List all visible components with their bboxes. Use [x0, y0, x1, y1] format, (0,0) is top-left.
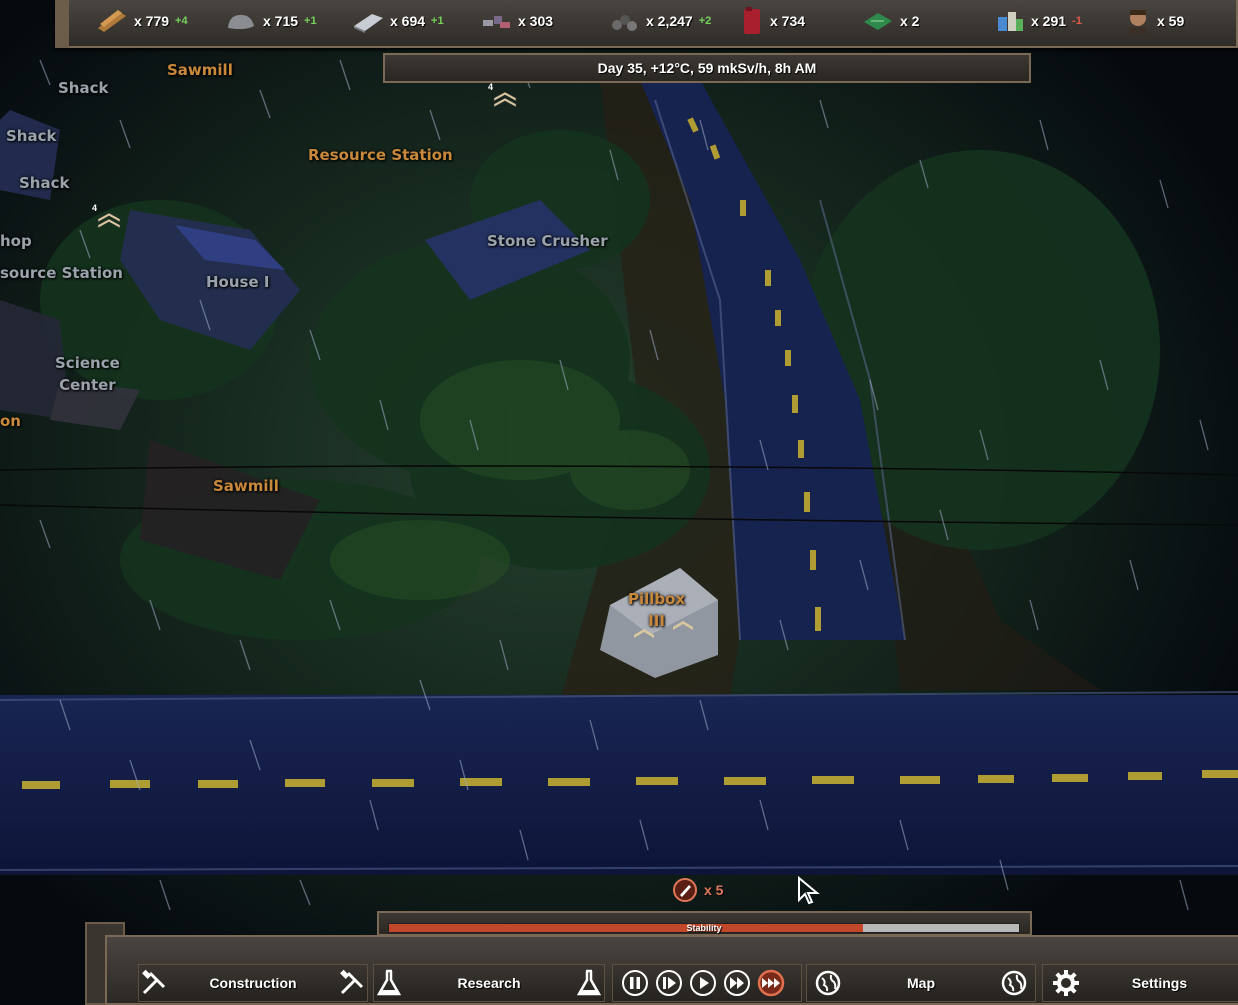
stone-icon: [228, 14, 254, 30]
flask-icon: [574, 968, 604, 998]
resource-amount: x 303: [518, 13, 554, 29]
building-label-shack[interactable]: Shack: [19, 174, 69, 192]
fuel-canister-icon: [744, 7, 760, 34]
raider-alert[interactable]: x 5: [672, 877, 723, 903]
resource-amount: x 779: [134, 13, 170, 29]
resource-amount: x 2: [900, 13, 920, 29]
food-supplies-icon: [998, 12, 1023, 31]
game-world-view[interactable]: [0, 0, 1238, 1005]
rank-number: 4: [488, 82, 494, 92]
rank-chevron-icon: [632, 625, 656, 643]
resource-electronics[interactable]: x 2: [862, 6, 919, 36]
construction-label: Construction: [209, 975, 297, 991]
building-label-science-center[interactable]: Science Center: [55, 352, 120, 396]
fastest-speed-icon[interactable]: [757, 969, 785, 997]
rank-number: 4: [92, 203, 98, 213]
resource-delta: +4: [175, 15, 188, 27]
survivor-portrait-icon: [1129, 10, 1147, 35]
rank-chevron-icon: 4: [488, 82, 518, 113]
map-button[interactable]: Map: [806, 964, 1036, 1002]
metal-plate-icon: [354, 14, 383, 33]
circuit-board-icon: [864, 13, 892, 30]
resource-fuel[interactable]: x 734: [740, 6, 805, 36]
day-weather-status: Day 35, +12°C, 59 mkSv/h, 8h AM: [383, 53, 1031, 83]
gear-icon: [1051, 968, 1081, 998]
game-speed-controls: [612, 964, 802, 1002]
hammer-wrench-icon: [139, 968, 169, 998]
resource-wood[interactable]: x 779 +4: [96, 6, 188, 36]
rank-chevron-icon: 4: [92, 203, 122, 234]
resource-amount: x 734: [770, 13, 806, 29]
resource-amount: x 715: [263, 13, 299, 29]
building-label-partial[interactable]: on: [0, 412, 21, 430]
research-label: Research: [457, 975, 521, 991]
building-label-sawmill[interactable]: Sawmill: [167, 61, 233, 79]
resource-amount: x 2,247: [646, 13, 693, 29]
building-label-sawmill[interactable]: Sawmill: [213, 477, 279, 495]
globe-icon: [813, 968, 843, 998]
resource-metal[interactable]: x 694 +1: [352, 6, 444, 36]
ore-pile-icon: [612, 15, 637, 31]
settings-button[interactable]: Settings: [1042, 964, 1238, 1002]
pause-icon[interactable]: [621, 969, 649, 997]
resource-delta: +1: [431, 15, 444, 27]
scrap-parts-icon: [483, 16, 510, 28]
hammer-wrench-icon: [337, 968, 367, 998]
settings-label: Settings: [1131, 975, 1188, 991]
flask-icon: [374, 968, 404, 998]
building-label-stone-crusher[interactable]: Stone Crusher: [487, 232, 608, 250]
building-label-shack[interactable]: Shack: [6, 127, 56, 145]
building-label-shop-partial[interactable]: hop: [0, 232, 32, 250]
wood-planks-icon: [98, 10, 126, 32]
resource-population[interactable]: x 59: [1125, 6, 1184, 36]
construction-button[interactable]: Construction: [138, 964, 368, 1002]
resource-amount: x 59: [1157, 13, 1185, 29]
map-label: Map: [907, 975, 935, 991]
resource-food[interactable]: x 291 -1: [995, 6, 1082, 36]
resource-amount: x 291: [1031, 13, 1067, 29]
globe-icon: [999, 968, 1029, 998]
mouse-cursor-icon: [798, 876, 820, 905]
raider-count: x 5: [704, 882, 724, 898]
stability-bar: Stability: [388, 923, 1020, 933]
building-label-house[interactable]: House I: [206, 273, 269, 291]
resource-ore[interactable]: x 2,247 +2: [608, 6, 711, 36]
resource-delta: -1: [1072, 15, 1082, 27]
resource-scrap[interactable]: x 303: [480, 6, 553, 36]
research-button[interactable]: Research: [373, 964, 605, 1002]
building-label-resource-station-partial[interactable]: source Station: [0, 264, 123, 282]
resource-bar-cap: [55, 0, 69, 48]
play-icon[interactable]: [689, 969, 717, 997]
resource-stone[interactable]: x 715 +1: [225, 6, 317, 36]
rank-chevron-icon: [671, 617, 695, 635]
building-label-shack[interactable]: Shack: [58, 79, 108, 97]
resource-amount: x 694: [390, 13, 426, 29]
resource-delta: +1: [304, 15, 317, 27]
fast-forward-icon[interactable]: [723, 969, 751, 997]
resource-delta: +2: [698, 15, 712, 27]
building-label-resource-station[interactable]: Resource Station: [308, 146, 453, 164]
raider-alert-icon: [673, 878, 697, 902]
step-icon[interactable]: [655, 969, 683, 997]
stability-label: Stability: [686, 923, 722, 933]
